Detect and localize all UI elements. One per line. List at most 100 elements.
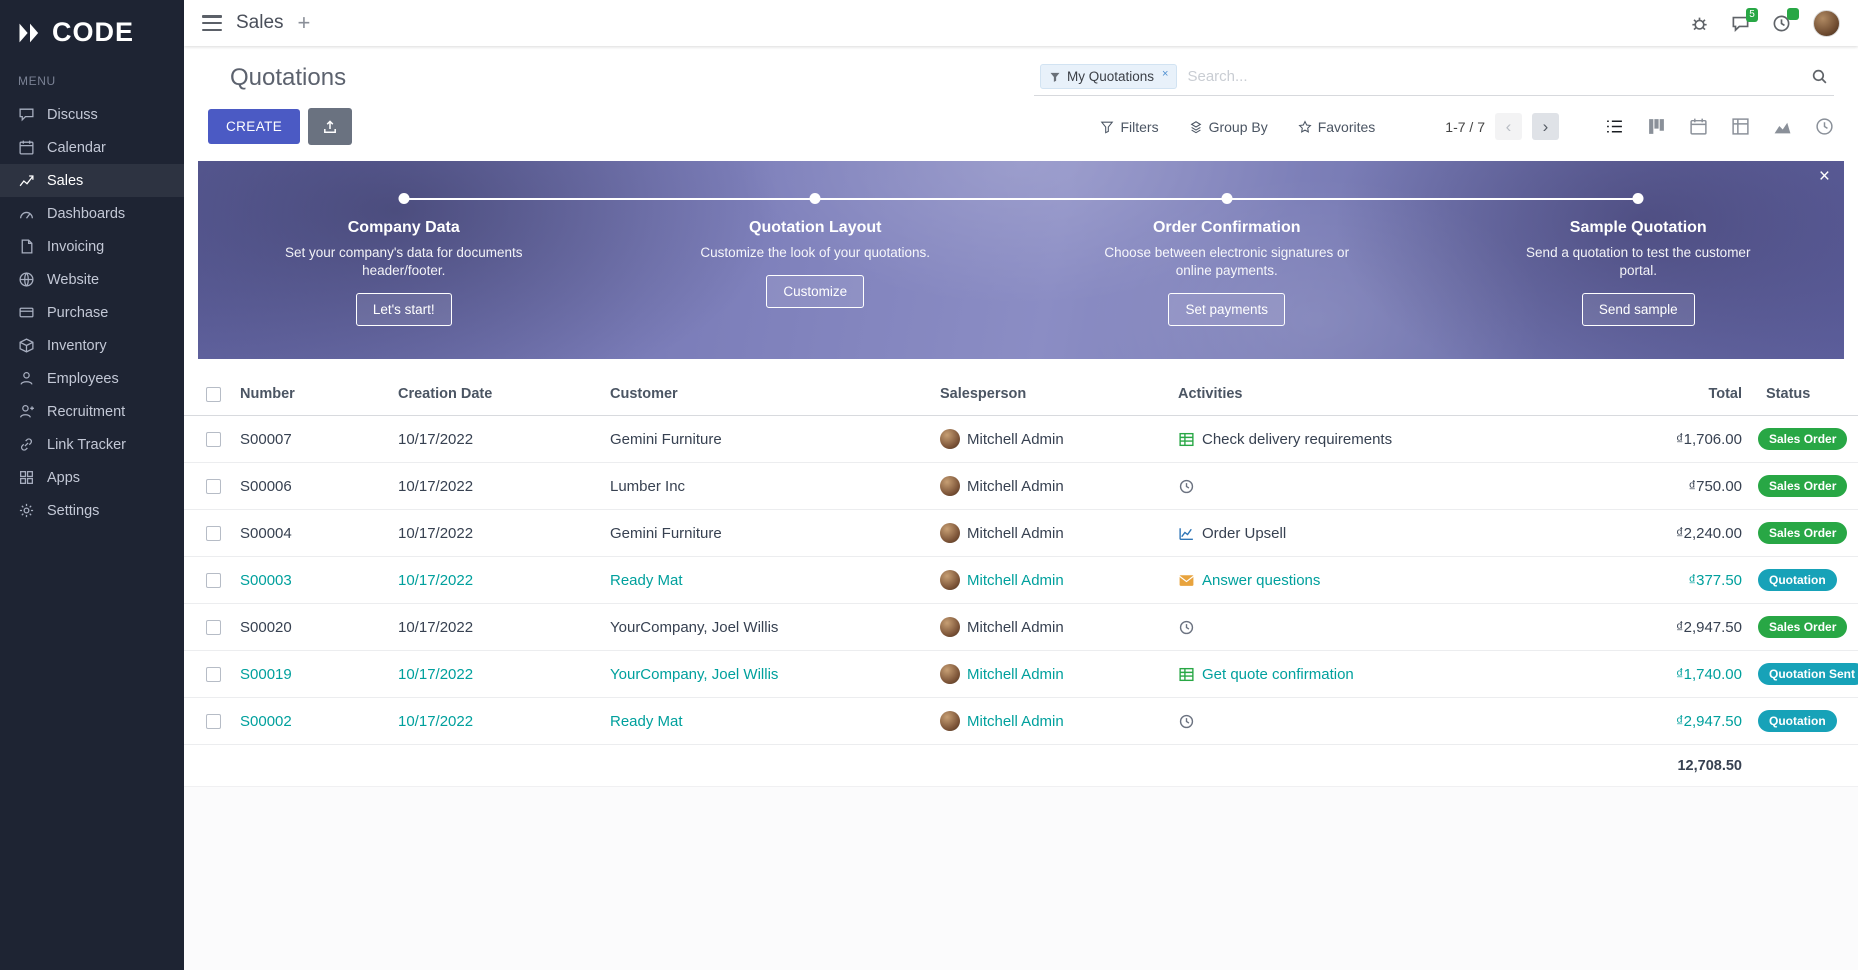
cell-date: 10/17/2022 [390, 463, 602, 510]
sidebar-item-label: Settings [47, 503, 99, 519]
debug-button[interactable] [1690, 14, 1709, 33]
group-by-icon [1189, 120, 1203, 134]
topbar-right: 5 [1690, 10, 1840, 37]
row-checkbox[interactable] [206, 714, 221, 729]
sidebar-item-website[interactable]: Website [0, 263, 184, 296]
view-graph-button[interactable] [1773, 117, 1792, 136]
sidebar-item-inventory[interactable]: Inventory [0, 329, 184, 362]
table-row[interactable]: S00019 10/17/2022 YourCompany, Joel Will… [184, 651, 1858, 698]
sidebar-item-sales[interactable]: Sales [0, 164, 184, 197]
content-background [184, 787, 1858, 970]
cell-activity[interactable]: Get quote confirmation [1202, 666, 1354, 683]
filters-button[interactable]: Filters [1100, 119, 1158, 135]
facet-remove-icon[interactable]: × [1162, 69, 1168, 80]
row-checkbox[interactable] [206, 620, 221, 635]
sidebar-item-invoicing[interactable]: Invoicing [0, 230, 184, 263]
select-all-checkbox[interactable] [206, 387, 221, 402]
cell-activity[interactable]: Answer questions [1202, 572, 1320, 589]
user-avatar[interactable] [1813, 10, 1840, 37]
header-customer[interactable]: Customer [602, 373, 932, 416]
favorites-label: Favorites [1318, 119, 1376, 135]
search-bar[interactable]: My Quotations × [1034, 59, 1834, 96]
status-badge: Sales Order [1758, 475, 1847, 497]
onboarding-step-order-confirmation: Order Confirmation Choose between electr… [1021, 161, 1433, 359]
view-activity-button[interactable] [1815, 117, 1834, 136]
sidebar: CODE MENU Discuss Calendar Sales Dashboa… [0, 0, 184, 970]
control-panel: Quotations My Quotations × CREATE [184, 46, 1858, 157]
set-payments-button[interactable]: Set payments [1168, 293, 1285, 326]
sidebar-item-apps[interactable]: Apps [0, 461, 184, 494]
current-app-name[interactable]: Sales [236, 12, 284, 34]
status-badge: Sales Order [1758, 616, 1847, 638]
salesperson-avatar [940, 476, 960, 496]
cell-activity[interactable]: Order Upsell [1202, 525, 1286, 542]
search-icon[interactable] [1811, 68, 1828, 85]
activity-view-icon [1815, 117, 1834, 136]
export-button[interactable] [308, 108, 352, 145]
messages-button[interactable]: 5 [1731, 14, 1750, 33]
header-total[interactable]: Total [1600, 373, 1750, 416]
employees-icon [18, 370, 35, 387]
view-pivot-button[interactable] [1731, 117, 1750, 136]
group-by-button[interactable]: Group By [1189, 119, 1268, 135]
search-input[interactable] [1177, 64, 1811, 89]
sidebar-item-calendar[interactable]: Calendar [0, 131, 184, 164]
filters-label: Filters [1120, 119, 1158, 135]
sidebar-item-recruitment[interactable]: Recruitment [0, 395, 184, 428]
view-kanban-button[interactable] [1647, 117, 1666, 136]
cell-date: 10/17/2022 [390, 416, 602, 463]
clock-activity-icon[interactable] [1178, 619, 1195, 636]
pager-next-button[interactable]: › [1532, 113, 1559, 140]
header-status[interactable]: Status [1750, 373, 1858, 416]
sidebar-item-dashboards[interactable]: Dashboards [0, 197, 184, 230]
create-button[interactable]: CREATE [208, 109, 300, 144]
cell-number: S00004 [232, 510, 390, 557]
add-tab-button[interactable]: + [298, 12, 311, 34]
row-checkbox[interactable] [206, 526, 221, 541]
header-activities[interactable]: Activities [1170, 373, 1600, 416]
lets-start-button[interactable]: Let's start! [356, 293, 452, 326]
cell-number: S00006 [232, 463, 390, 510]
table-row[interactable]: S00007 10/17/2022 Gemini Furniture Mitch… [184, 416, 1858, 463]
sidebar-item-link-tracker[interactable]: Link Tracker [0, 428, 184, 461]
header-creation-date[interactable]: Creation Date [390, 373, 602, 416]
cell-total: ₫1,740.00 [1600, 651, 1750, 698]
sidebar-item-employees[interactable]: Employees [0, 362, 184, 395]
view-switcher [1605, 117, 1834, 136]
activities-button[interactable] [1772, 14, 1791, 33]
table-row[interactable]: S00002 10/17/2022 Ready Mat Mitchell Adm… [184, 698, 1858, 745]
step-description: Set your company's data for documents he… [279, 244, 529, 280]
row-checkbox[interactable] [206, 479, 221, 494]
customize-button[interactable]: Customize [766, 275, 864, 308]
clock-activity-icon[interactable] [1178, 478, 1195, 495]
menu-toggle-icon[interactable] [202, 15, 222, 31]
invoicing-icon [18, 238, 35, 255]
sidebar-item-purchase[interactable]: Purchase [0, 296, 184, 329]
clock-activity-icon[interactable] [1178, 713, 1195, 730]
gear-icon [18, 502, 35, 519]
pager-prev-button[interactable]: ‹ [1495, 113, 1522, 140]
table-row[interactable]: S00003 10/17/2022 Ready Mat Mitchell Adm… [184, 557, 1858, 604]
row-checkbox[interactable] [206, 573, 221, 588]
view-calendar-button[interactable] [1689, 117, 1708, 136]
envelope-activity-icon [1178, 572, 1195, 589]
cell-activity[interactable]: Check delivery requirements [1202, 431, 1392, 448]
send-sample-button[interactable]: Send sample [1582, 293, 1695, 326]
pager: 1-7 / 7 ‹ › [1445, 113, 1559, 140]
brand-logo[interactable]: CODE [0, 0, 184, 72]
status-badge: Quotation Sent [1758, 663, 1858, 685]
favorites-button[interactable]: Favorites [1298, 119, 1376, 135]
table-row[interactable]: S00006 10/17/2022 Lumber Inc Mitchell Ad… [184, 463, 1858, 510]
sidebar-item-discuss[interactable]: Discuss [0, 98, 184, 131]
search-facet[interactable]: My Quotations × [1040, 64, 1177, 89]
table-row[interactable]: S00004 10/17/2022 Gemini Furniture Mitch… [184, 510, 1858, 557]
row-checkbox[interactable] [206, 432, 221, 447]
header-number[interactable]: Number [232, 373, 390, 416]
table-row[interactable]: S00020 10/17/2022 YourCompany, Joel Will… [184, 604, 1858, 651]
status-badge: Quotation [1758, 710, 1837, 732]
header-salesperson[interactable]: Salesperson [932, 373, 1170, 416]
view-list-button[interactable] [1605, 117, 1624, 136]
row-checkbox[interactable] [206, 667, 221, 682]
sidebar-item-settings[interactable]: Settings [0, 494, 184, 527]
spreadsheet-activity-icon [1178, 431, 1195, 448]
